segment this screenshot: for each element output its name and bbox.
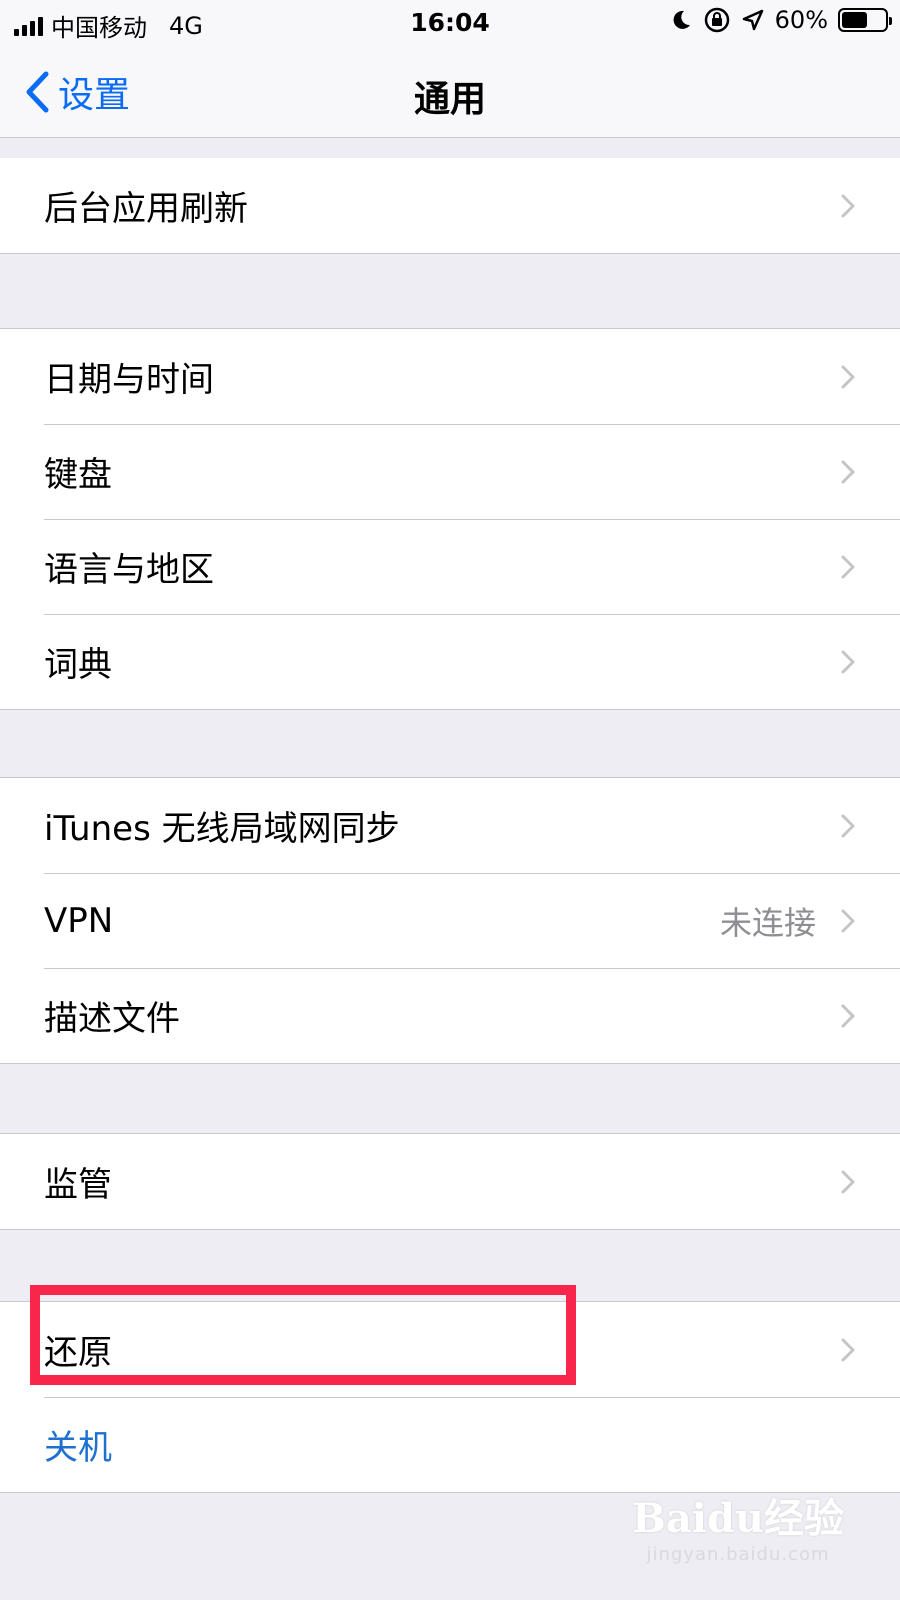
row-supervision[interactable]: 监管 (0, 1134, 900, 1229)
row-itunes-wifi-sync[interactable]: iTunes 无线局域网同步 (0, 778, 900, 873)
page-title: 通用 (413, 79, 486, 120)
row-label: 语言与地区 (44, 550, 214, 590)
row-background-app-refresh[interactable]: 后台应用刷新 (0, 158, 900, 253)
row-profiles[interactable]: 描述文件 (0, 968, 900, 1063)
chevron-right-icon (841, 460, 855, 483)
chevron-right-icon (841, 194, 855, 217)
settings-group: 日期与时间 键盘 语言与地区 词典 (0, 328, 900, 710)
rotation-lock-icon (704, 7, 729, 33)
battery-icon (838, 8, 892, 32)
watermark-logo: Baidu经验 (632, 1495, 844, 1542)
shut-down-button: 关机 (44, 1428, 112, 1468)
row-label: VPN (44, 900, 114, 941)
row-date-time[interactable]: 日期与时间 (0, 329, 900, 424)
battery-fill (842, 12, 868, 28)
chevron-right-icon (841, 1170, 855, 1193)
row-label: 监管 (44, 1165, 112, 1205)
highlight-box (30, 1285, 576, 1385)
row-label: 描述文件 (44, 999, 180, 1039)
watermark: Baidu经验 jingyan.baidu.com (632, 1486, 844, 1565)
chevron-right-icon (841, 909, 855, 932)
row-language-region[interactable]: 语言与地区 (0, 519, 900, 614)
settings-group: 后台应用刷新 (0, 158, 900, 254)
location-icon (742, 9, 763, 31)
row-label: 词典 (44, 645, 112, 685)
row-dictionary[interactable]: 词典 (0, 614, 900, 709)
row-keyboard[interactable]: 键盘 (0, 424, 900, 519)
status-bar: 中国移动 4G 16:04 60% (0, 0, 900, 44)
chevron-right-icon (841, 650, 855, 673)
chevron-right-icon (841, 814, 855, 837)
settings-group: iTunes 无线局域网同步 VPN 未连接 描述文件 (0, 777, 900, 1064)
battery-percent: 60% (774, 6, 828, 34)
chevron-right-icon (841, 365, 855, 388)
chevron-right-icon (841, 555, 855, 578)
vpn-status-value: 未连接 (719, 903, 816, 942)
row-label: 日期与时间 (44, 360, 214, 400)
moon-icon (673, 10, 690, 29)
status-right: 60% (669, 6, 892, 34)
chevron-right-icon (841, 1338, 855, 1361)
row-label: 键盘 (44, 455, 112, 495)
row-label: iTunes 无线局域网同步 (44, 809, 400, 849)
chevron-right-icon (841, 1004, 855, 1027)
settings-group: 监管 (0, 1133, 900, 1230)
row-vpn[interactable]: VPN 未连接 (0, 873, 900, 968)
navigation-bar: 设置 通用 (0, 44, 900, 138)
watermark-url: jingyan.baidu.com (646, 1544, 830, 1565)
row-label: 后台应用刷新 (44, 189, 248, 229)
row-shut-down[interactable]: 关机 (0, 1397, 900, 1492)
